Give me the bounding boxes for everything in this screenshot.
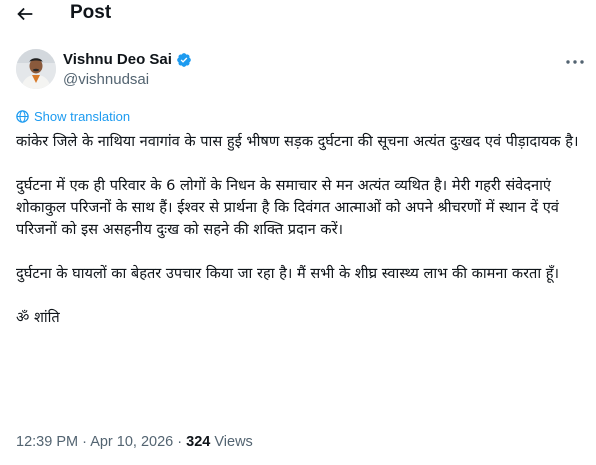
author-name[interactable]: Vishnu Deo Sai (63, 51, 172, 68)
meta-separator: · (82, 434, 87, 450)
post-text: कांकेर जिले के नाथिया नवागांव के पास हुई… (16, 131, 588, 351)
post-meta: 12:39 PM · Apr 10, 2026 · 324 Views (16, 434, 253, 450)
post-paragraph: कांकेर जिले के नाथिया नवागांव के पास हुई… (16, 133, 579, 150)
post-paragraph: दुर्घटना में एक ही परिवार के 6 लोगों के … (16, 177, 559, 238)
post-time[interactable]: 12:39 PM (16, 434, 78, 450)
post-date[interactable]: Apr 10, 2026 (90, 434, 173, 450)
meta-separator: · (177, 434, 183, 450)
top-bar: Post (0, 0, 596, 30)
author-handle[interactable]: @vishnudsai (63, 71, 192, 88)
more-horizontal-icon[interactable] (564, 53, 586, 71)
views-label: Views (214, 434, 253, 450)
avatar[interactable] (16, 49, 56, 89)
page-title: Post (70, 2, 112, 23)
show-translation-button[interactable]: Show translation (15, 109, 130, 124)
verified-badge-icon (177, 52, 191, 67)
arrow-left-icon[interactable] (14, 3, 36, 25)
post-paragraph: दुर्घटना के घायलों का बेहतर उपचार किया ज… (16, 265, 560, 282)
author-row: Vishnu Deo Sai @vishnudsai (16, 45, 586, 101)
author-info: Vishnu Deo Sai @vishnudsai (63, 51, 192, 88)
views-count[interactable]: 324 (186, 434, 210, 450)
globe-icon (16, 110, 29, 123)
show-translation-label: Show translation (34, 109, 131, 124)
avatar-image (16, 49, 56, 89)
post-paragraph: ॐ शांति (16, 309, 60, 326)
